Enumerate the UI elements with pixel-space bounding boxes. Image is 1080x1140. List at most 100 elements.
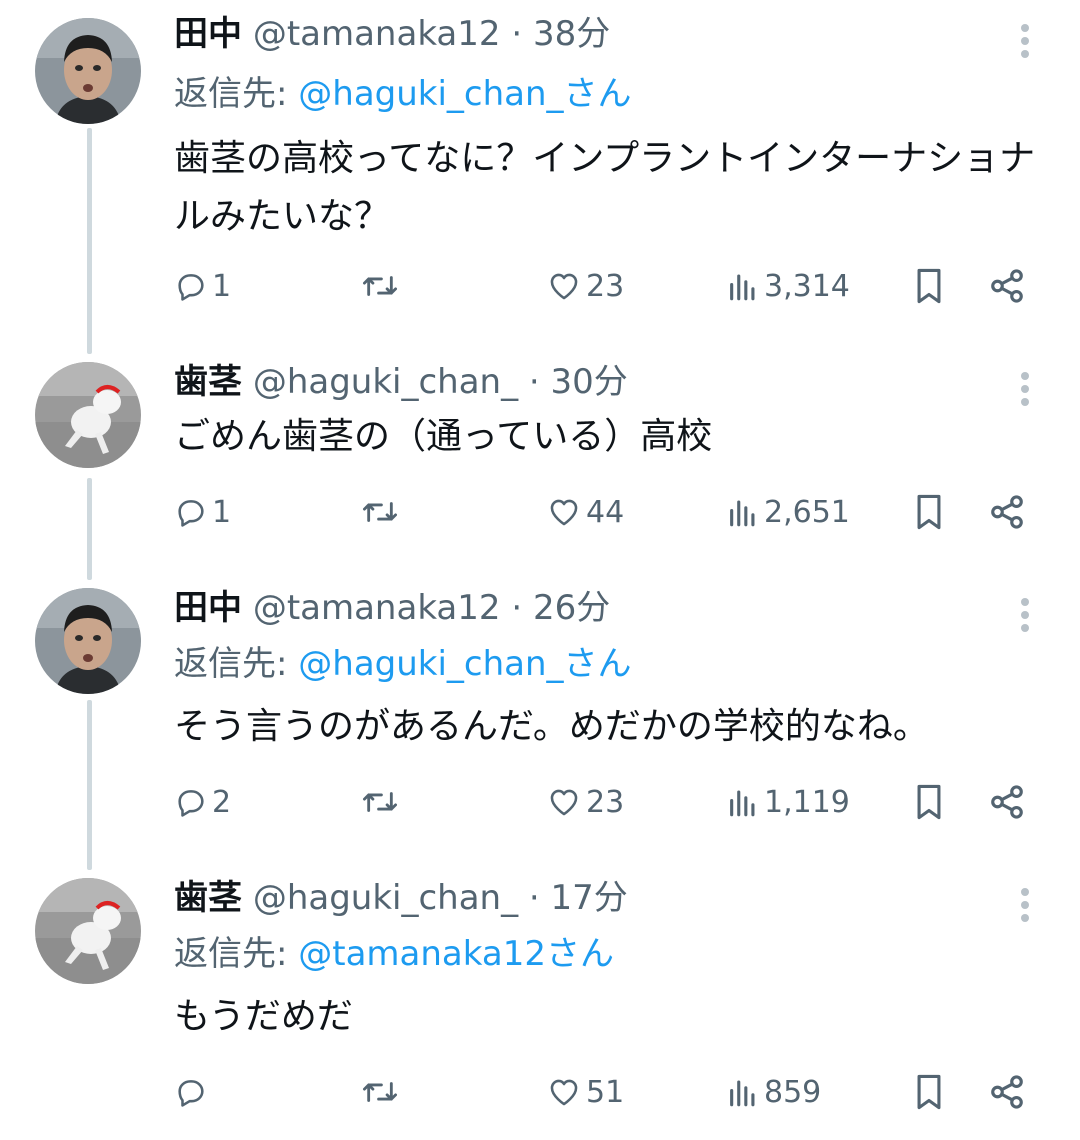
bookmark-icon — [917, 784, 941, 820]
tweet[interactable]: 歯茎 @haguki_chan_ · 30分 ごめん歯茎の（通っている）高校 1… — [0, 360, 1080, 560]
reply-prefix: 返信先: — [174, 644, 299, 684]
view-count: 3,314 — [764, 268, 850, 304]
avatar[interactable] — [35, 18, 141, 124]
display-name[interactable]: 歯茎 — [174, 878, 242, 918]
views-button[interactable]: 1,119 — [726, 780, 850, 824]
display-name[interactable]: 田中 — [174, 588, 242, 628]
like-button[interactable]: 51 — [546, 1070, 624, 1114]
bookmark-button[interactable] — [912, 1070, 946, 1114]
like-count: 23 — [586, 784, 625, 820]
view-count: 2,651 — [764, 494, 850, 530]
reply-prefix: 返信先: — [174, 934, 299, 974]
views-chart-icon — [730, 1080, 755, 1107]
bookmark-icon — [917, 1074, 941, 1110]
share-icon — [991, 269, 1023, 303]
retweet-button[interactable] — [360, 1070, 404, 1114]
share-button[interactable] — [988, 490, 1026, 534]
like-button[interactable]: 23 — [546, 780, 624, 824]
view-count: 1,119 — [764, 784, 850, 820]
reply-count: 2 — [212, 784, 232, 820]
bookmark-button[interactable] — [912, 264, 946, 308]
tweet-header: 田中 @tamanaka12 · 38分 — [174, 12, 610, 56]
action-bar: 51 859 — [0, 1070, 1080, 1114]
reply-context: 返信先: @haguki_chan_さん — [174, 642, 632, 686]
reply-button[interactable] — [174, 1070, 212, 1114]
tweet-text: 歯茎の高校ってなに？インプラントインターナショナルみたいな？ — [174, 138, 1036, 237]
tweet[interactable]: 田中 @tamanaka12 · 38分 返信先: @haguki_chan_さ… — [0, 12, 1080, 342]
reply-button[interactable]: 1 — [174, 490, 231, 534]
reply-icon — [178, 274, 204, 301]
more-options-icon[interactable] — [1013, 372, 1037, 412]
more-options-icon[interactable] — [1013, 24, 1037, 64]
handle[interactable]: @tamanaka12 — [253, 14, 501, 54]
retweet-icon — [363, 502, 398, 522]
share-button[interactable] — [988, 264, 1026, 308]
retweet-button[interactable] — [360, 264, 404, 308]
more-options-icon[interactable] — [1013, 888, 1037, 928]
bookmark-button[interactable] — [912, 490, 946, 534]
views-button[interactable]: 2,651 — [726, 490, 850, 534]
timestamp[interactable]: · 26分 — [511, 588, 610, 628]
share-icon — [991, 785, 1023, 819]
tweet-header: 歯茎 @haguki_chan_ · 30分 — [174, 360, 628, 404]
like-count: 44 — [586, 494, 625, 530]
reply-prefix: 返信先: — [174, 74, 299, 114]
tweet[interactable]: 歯茎 @haguki_chan_ · 17分 返信先: @tamanaka12さ… — [0, 876, 1080, 1136]
more-options-icon[interactable] — [1013, 598, 1037, 638]
reply-context: 返信先: @haguki_chan_さん — [174, 72, 632, 116]
like-count: 23 — [586, 268, 625, 304]
reply-button[interactable]: 1 — [174, 264, 231, 308]
handle[interactable]: @tamanaka12 — [253, 588, 501, 628]
timestamp[interactable]: · 38分 — [511, 14, 610, 54]
reply-button[interactable]: 2 — [174, 780, 231, 824]
views-chart-icon — [730, 790, 755, 817]
reply-to-handle[interactable]: @haguki_chan_さん — [298, 74, 631, 114]
views-chart-icon — [730, 274, 755, 301]
share-button[interactable] — [988, 780, 1026, 824]
like-button[interactable]: 44 — [546, 490, 624, 534]
retweet-button[interactable] — [360, 490, 404, 534]
retweet-button[interactable] — [360, 780, 404, 824]
reply-icon — [178, 790, 204, 817]
cat-avatar-image — [35, 362, 141, 468]
action-bar: 2 23 1,119 — [0, 780, 1080, 824]
reply-icon — [178, 1080, 204, 1107]
reply-to-handle[interactable]: @tamanaka12さん — [298, 934, 614, 974]
heart-icon — [550, 1079, 578, 1106]
retweet-icon — [363, 1082, 398, 1102]
timestamp[interactable]: · 17分 — [529, 878, 628, 918]
reply-to-handle[interactable]: @haguki_chan_さん — [298, 644, 631, 684]
tweet-text: そう言うのがあるんだ。めだかの学校的なね。 — [174, 706, 929, 747]
heart-icon — [550, 789, 578, 816]
tweet-header: 歯茎 @haguki_chan_ · 17分 — [174, 876, 628, 920]
tweet-header: 田中 @tamanaka12 · 26分 — [174, 586, 610, 630]
share-icon — [991, 495, 1023, 529]
tweet-text: もうだめだ — [174, 996, 353, 1037]
reply-count: 1 — [212, 494, 232, 530]
share-button[interactable] — [988, 1070, 1026, 1114]
man-avatar-image — [35, 18, 141, 124]
action-bar: 1 23 3,314 — [0, 264, 1080, 308]
bookmark-icon — [917, 268, 941, 304]
avatar[interactable] — [35, 362, 141, 468]
cat-avatar-image — [35, 878, 141, 984]
views-chart-icon — [730, 500, 755, 527]
bookmark-button[interactable] — [912, 780, 946, 824]
timestamp[interactable]: · 30分 — [529, 362, 628, 402]
tweet[interactable]: 田中 @tamanaka12 · 26分 返信先: @haguki_chan_さ… — [0, 586, 1080, 846]
action-bar: 1 44 2,651 — [0, 490, 1080, 534]
man-avatar-image — [35, 588, 141, 694]
display-name[interactable]: 田中 — [174, 14, 242, 54]
views-button[interactable]: 859 — [726, 1070, 821, 1114]
reply-count: 1 — [212, 268, 232, 304]
avatar[interactable] — [35, 588, 141, 694]
handle[interactable]: @haguki_chan_ — [253, 362, 518, 402]
bookmark-icon — [917, 494, 941, 530]
like-button[interactable]: 23 — [546, 264, 624, 308]
reply-icon — [178, 500, 204, 527]
handle[interactable]: @haguki_chan_ — [253, 878, 518, 918]
share-icon — [991, 1075, 1023, 1109]
views-button[interactable]: 3,314 — [726, 264, 850, 308]
display-name[interactable]: 歯茎 — [174, 362, 242, 402]
avatar[interactable] — [35, 878, 141, 984]
